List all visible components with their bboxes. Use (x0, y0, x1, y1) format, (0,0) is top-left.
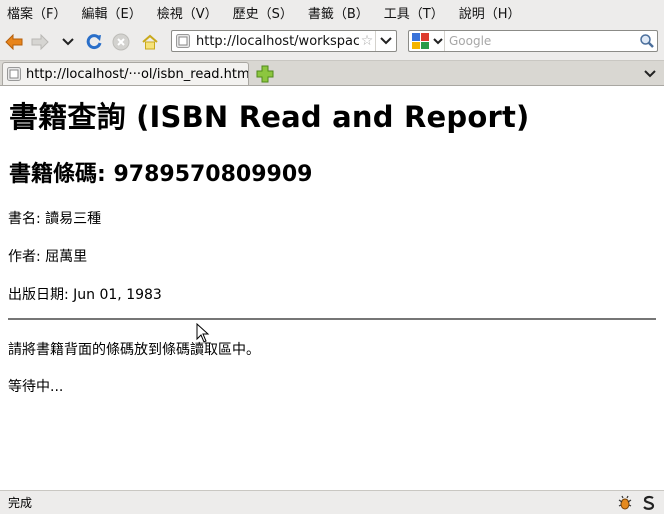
back-button[interactable] (4, 32, 24, 52)
forward-button[interactable] (30, 32, 50, 52)
menu-bar: 檔案（F） 編輯（E） 檢視（V） 歷史（S） 書籤（B） 工具（T） 說明（H… (0, 0, 664, 24)
firebug-icon[interactable] (616, 494, 634, 512)
history-dropdown-icon (62, 38, 74, 46)
tab-title: http://localhost/···ol/isbn_read.html (26, 66, 248, 82)
url-bar[interactable]: http://localhost/workspace ☆ (171, 30, 397, 52)
search-go-button[interactable] (637, 33, 657, 49)
menu-file[interactable]: 檔案（F） (0, 3, 74, 22)
tab-bar: http://localhost/···ol/isbn_read.html (0, 61, 664, 86)
menu-help[interactable]: 說明（H） (452, 3, 529, 22)
chevron-down-icon (380, 37, 392, 45)
search-engine-button[interactable] (409, 31, 445, 51)
stop-button[interactable] (111, 32, 131, 52)
site-identity-icon[interactable] (176, 34, 190, 48)
menu-tools[interactable]: 工具（T） (377, 3, 452, 22)
home-button[interactable] (140, 32, 160, 52)
back-arrow-icon (5, 34, 23, 50)
menu-view[interactable]: 檢視（V） (150, 3, 226, 22)
magnifier-icon (640, 34, 654, 48)
url-text[interactable]: http://localhost/workspace (196, 34, 359, 49)
reload-icon (86, 34, 102, 50)
instruction-text: 請將書籍背面的條碼放到條碼讀取區中。 (8, 342, 260, 358)
menu-edit[interactable]: 編輯（E） (74, 3, 149, 22)
stop-icon (112, 33, 130, 51)
book-name: 書名: 讀易三種 (8, 211, 102, 227)
tab-isbn-read[interactable]: http://localhost/···ol/isbn_read.html (2, 62, 249, 85)
new-tab-plus-icon[interactable] (256, 65, 274, 83)
page-title: 書籍查詢 (ISBN Read and Report) (9, 100, 530, 134)
mouse-cursor-icon (196, 323, 210, 343)
page-content: 書籍查詢 (ISBN Read and Report) 書籍條碼: 978957… (0, 86, 664, 490)
chevron-down-icon (433, 38, 443, 45)
page-icon (7, 67, 21, 81)
barcode-heading: 書籍條碼: 9789570809909 (9, 162, 313, 187)
reload-button[interactable] (84, 32, 104, 52)
search-bar[interactable]: Google (408, 30, 658, 52)
letter-s-icon (643, 495, 655, 510)
menu-history[interactable]: 歷史（S） (226, 3, 301, 22)
tab-list-chevron-icon[interactable] (642, 67, 658, 81)
history-dropdown-button[interactable] (58, 32, 78, 52)
status-text: 完成 (8, 496, 33, 510)
menu-bookmarks[interactable]: 書籤（B） (301, 3, 377, 22)
home-icon (142, 34, 158, 50)
bug-icon (618, 495, 632, 509)
google-logo-icon (412, 33, 429, 49)
forward-arrow-icon (31, 34, 49, 50)
search-input[interactable]: Google (445, 34, 637, 48)
url-dropdown-button[interactable] (375, 31, 396, 51)
s-addon-icon[interactable] (640, 494, 658, 512)
publish-date: 出版日期: Jun 01, 1983 (8, 287, 162, 303)
status-bar: 完成 (0, 490, 664, 514)
bookmark-star-icon[interactable]: ☆ (359, 33, 375, 49)
navigation-toolbar: http://localhost/workspace ☆ Google (0, 24, 664, 61)
book-author: 作者: 屈萬里 (8, 249, 88, 265)
waiting-status: 等待中... (8, 379, 64, 395)
horizontal-rule (8, 318, 656, 320)
